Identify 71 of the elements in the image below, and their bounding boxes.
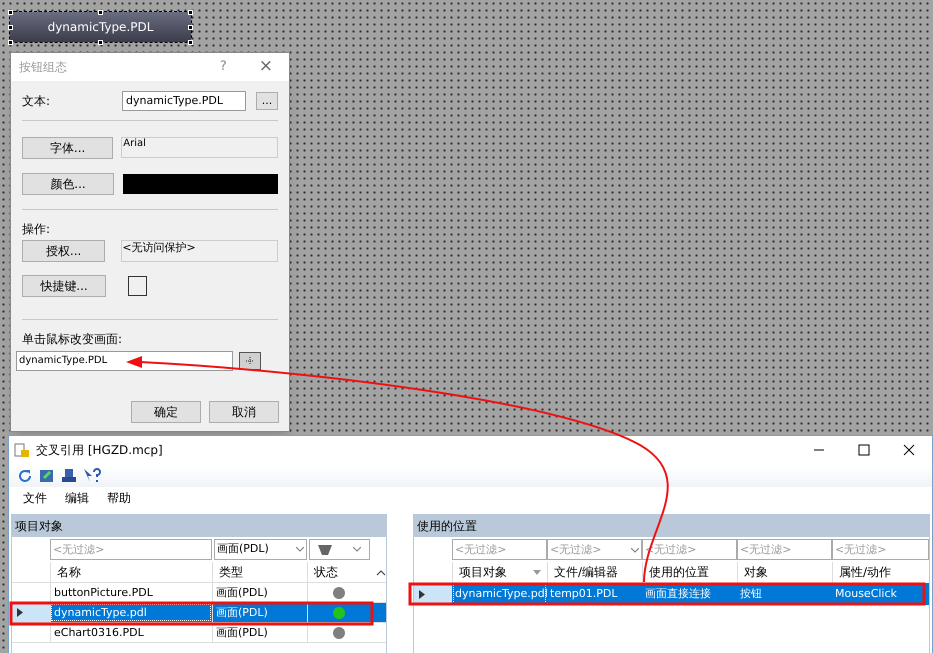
print-icon[interactable] <box>61 468 77 484</box>
table-cell: buttonPicture.PDL <box>50 583 212 602</box>
browse-button[interactable]: ... <box>256 92 278 110</box>
change-screen-label: 单击鼠标改变画面: <box>22 331 124 348</box>
app-icon <box>14 442 30 458</box>
table-cell: dynamicType.pdl <box>452 583 547 605</box>
window-title: 交叉引用 [HGZD.mcp] <box>36 442 164 460</box>
screen-field[interactable]: dynamicType.PDL <box>16 351 233 371</box>
column-header[interactable]: 类型 <box>212 562 307 582</box>
operation-label: 操作: <box>22 221 52 238</box>
cursor-icon <box>244 356 256 366</box>
table-cell-text: 按钮 <box>739 586 763 602</box>
column-header[interactable]: 名称 <box>50 562 212 582</box>
color-swatch[interactable] <box>123 174 278 194</box>
table-cell: 画面(PDL) <box>212 603 307 622</box>
sort-icon <box>533 570 541 575</box>
hotkey-button[interactable]: 快捷键... <box>22 275 106 297</box>
column-header[interactable]: 项目对象 <box>452 562 547 583</box>
help-icon[interactable] <box>83 468 101 484</box>
column-header[interactable]: 文件/编辑器 <box>547 562 642 583</box>
font-button[interactable]: 字体... <box>22 137 114 159</box>
picker-button[interactable] <box>239 352 261 370</box>
scroll-up-icon[interactable] <box>376 569 386 577</box>
resize-handle[interactable] <box>8 40 13 45</box>
text-field[interactable]: dynamicType.PDL <box>122 91 246 111</box>
ok-button[interactable]: 确定 <box>131 401 201 423</box>
menu-item[interactable]: 文件 <box>23 489 47 508</box>
chevron-icon <box>353 547 361 552</box>
chevron-icon <box>631 548 639 553</box>
close-icon[interactable] <box>903 444 915 456</box>
authorization-field: <无访问保护> <box>121 240 278 262</box>
table-cell: 画面(PDL) <box>212 583 307 602</box>
refresh-icon[interactable] <box>17 468 33 484</box>
chevron-icon <box>296 547 304 552</box>
table-cell-text: MouseClick <box>834 586 898 602</box>
status-dropdown[interactable] <box>309 539 370 560</box>
dialog-title: 按钮组态 <box>19 59 68 76</box>
help-button[interactable]: ? <box>220 57 227 77</box>
resize-handle[interactable] <box>98 10 103 15</box>
table-cell-text: 画面直接连接 <box>644 586 712 602</box>
text-label: 文本: <box>22 93 52 110</box>
color-button[interactable]: 颜色... <box>22 173 114 195</box>
panel-header: 使用的位置 <box>414 515 929 537</box>
close-button[interactable]: × <box>258 54 273 80</box>
menu-item[interactable]: 编辑 <box>65 489 89 508</box>
hotkey-checkbox[interactable] <box>128 276 147 296</box>
row-pointer-icon <box>419 590 425 598</box>
table-cell: eChart0316.PDL <box>50 623 212 642</box>
resize-handle[interactable] <box>8 10 13 15</box>
table-cell: 画面(PDL) <box>212 623 307 642</box>
column-header[interactable]: 对象 <box>737 562 832 583</box>
resize-handle[interactable] <box>188 40 193 45</box>
funnel-icon <box>318 544 332 554</box>
resize-handle[interactable] <box>188 10 193 15</box>
canvas-button[interactable]: dynamicType.PDL <box>10 12 191 42</box>
column-header[interactable]: 使用的位置 <box>642 562 737 583</box>
export-icon[interactable] <box>39 468 55 484</box>
font-field: Arial <box>121 137 278 158</box>
menu-item[interactable]: 帮助 <box>107 489 131 508</box>
resize-handle[interactable] <box>98 40 103 45</box>
row-pointer-icon <box>17 608 23 617</box>
resize-handle[interactable] <box>8 25 13 30</box>
table-cell: dynamicType.pdl <box>50 603 212 622</box>
column-header[interactable]: 状态 <box>307 562 370 582</box>
maximize-icon[interactable] <box>858 444 870 456</box>
table-cell-text: temp01.PDL <box>549 586 619 602</box>
authorization-button[interactable]: 授权... <box>22 240 106 262</box>
cancel-button[interactable]: 取消 <box>209 401 279 423</box>
type-dropdown[interactable]: 画面(PDL) <box>214 539 307 560</box>
panel-header: 项目对象 <box>12 515 386 537</box>
resize-handle[interactable] <box>188 25 193 30</box>
